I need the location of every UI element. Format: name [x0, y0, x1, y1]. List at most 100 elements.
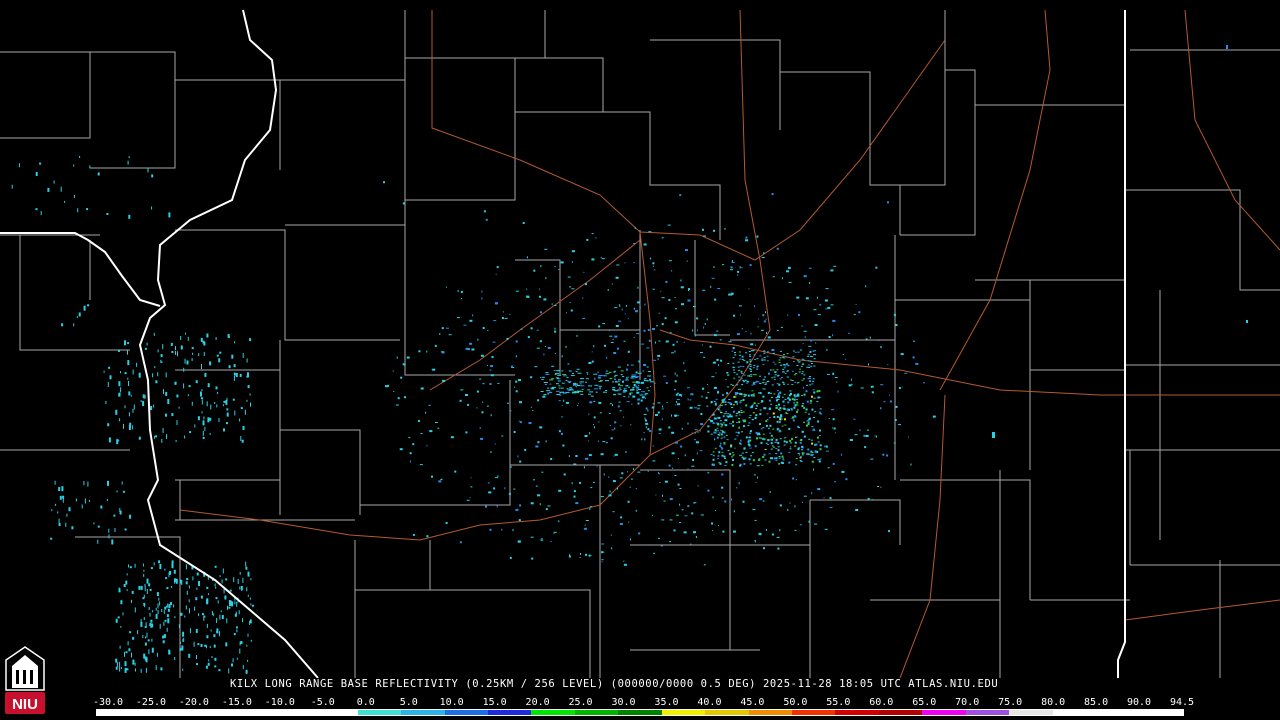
echo-pixel [672, 467, 673, 469]
echo-pixel [127, 349, 128, 355]
echo-pixel [166, 587, 169, 590]
echo-pixel [774, 363, 777, 365]
echo-pixel [107, 480, 109, 486]
echo-pixel [656, 325, 658, 327]
echo-pixel [151, 206, 153, 210]
echo-pixel [893, 442, 896, 444]
echo-pixel [772, 428, 775, 430]
echo-pixel [788, 281, 792, 283]
echo-pixel [642, 370, 645, 372]
echo-pixel [560, 261, 564, 264]
echo-pixel [175, 440, 177, 442]
echo-pixel [663, 500, 666, 502]
echo-pixel [734, 447, 736, 449]
echo-pixel [549, 391, 553, 393]
echo-pixel [796, 401, 799, 404]
echo-pixel [115, 658, 118, 663]
echo-pixel [151, 647, 154, 653]
echo-pixel [731, 498, 732, 501]
echo-pixel [579, 385, 582, 387]
echo-pixel [813, 354, 817, 356]
echo-pixel [738, 414, 741, 416]
echo-pixel [719, 423, 722, 425]
echo-pixel [200, 397, 203, 400]
echo-pixel [412, 443, 415, 446]
colorbar-tick-label: 35.0 [654, 697, 679, 708]
echo-pixel [164, 568, 166, 571]
echo-pixel [129, 566, 132, 569]
echo-pixel [173, 569, 176, 574]
echo-pixel [796, 360, 799, 362]
echo-pixel [213, 634, 216, 638]
echo-pixel [779, 504, 782, 507]
echo-pixel [562, 392, 567, 394]
echo-pixel [610, 437, 613, 440]
echo-pixel [770, 403, 773, 405]
echo-pixel [501, 317, 504, 319]
echo-pixel [627, 500, 630, 503]
echo-pixel [799, 460, 802, 461]
echo-pixel [749, 447, 752, 449]
echo-pixel [577, 402, 579, 404]
echo-pixel [469, 342, 473, 345]
echo-pixel [712, 342, 714, 344]
echo-pixel [793, 415, 796, 418]
echo-pixel [743, 393, 746, 396]
echo-pixel [207, 383, 210, 388]
echo-pixel [562, 444, 565, 447]
colorbar-tick-label: 5.0 [399, 697, 418, 708]
echo-pixel [166, 605, 168, 608]
echo-pixel [780, 414, 783, 417]
echo-pixel [687, 505, 690, 508]
echo-pixel [129, 422, 132, 427]
echo-pixel [692, 306, 696, 307]
echo-pixel [869, 336, 871, 339]
echo-pixel [184, 435, 186, 439]
echo-pixel [715, 372, 717, 374]
echo-pixel [701, 344, 703, 346]
echo-pixel [739, 454, 743, 456]
echo-pixel [207, 662, 210, 666]
echo-pixel [703, 356, 706, 358]
echo-pixel [599, 380, 603, 382]
echo-pixel [804, 411, 807, 413]
echo-pixel [643, 380, 648, 382]
echo-pixel [805, 408, 808, 411]
echo-pixel [809, 351, 812, 353]
echo-pixel [807, 354, 810, 356]
echo-pixel [128, 214, 131, 219]
echo-pixel [624, 262, 626, 264]
echo-pixel [763, 407, 767, 410]
echo-pixel [582, 317, 586, 319]
echo-pixel [816, 296, 818, 299]
echo-pixel [889, 400, 892, 403]
echo-pixel [116, 439, 119, 445]
echo-pixel [787, 508, 789, 511]
echo-pixel [617, 405, 620, 408]
echo-pixel [719, 339, 722, 341]
colorbar-swatch [401, 710, 445, 715]
echo-pixel [144, 642, 147, 646]
colorbar-tick-labels: -30.0 -25.0 -20.0 -15.0 -10.0 -5.0 0.0 5.0 10.0 1… [93, 697, 1196, 709]
echo-pixel [779, 416, 781, 418]
echo-pixel [519, 421, 522, 424]
echo-pixel [144, 583, 146, 587]
echo-pixel [712, 361, 716, 364]
echo-pixel [200, 391, 202, 397]
echo-pixel [589, 506, 592, 508]
echo-pixel [556, 370, 561, 372]
echo-pixel [647, 375, 652, 377]
echo-pixel [486, 405, 489, 407]
echo-pixel [794, 529, 797, 531]
echo-pixel [809, 282, 811, 284]
echo-pixel [218, 358, 221, 363]
echo-pixel [655, 414, 658, 416]
echo-pixel [778, 456, 781, 457]
echo-pixel [742, 411, 745, 413]
echo-pixel [216, 404, 218, 408]
echo-pixel [111, 539, 114, 545]
echo-pixel [165, 413, 167, 417]
echo-pixel [579, 557, 581, 558]
echo-pixel [775, 448, 778, 449]
echo-pixel [803, 421, 806, 423]
